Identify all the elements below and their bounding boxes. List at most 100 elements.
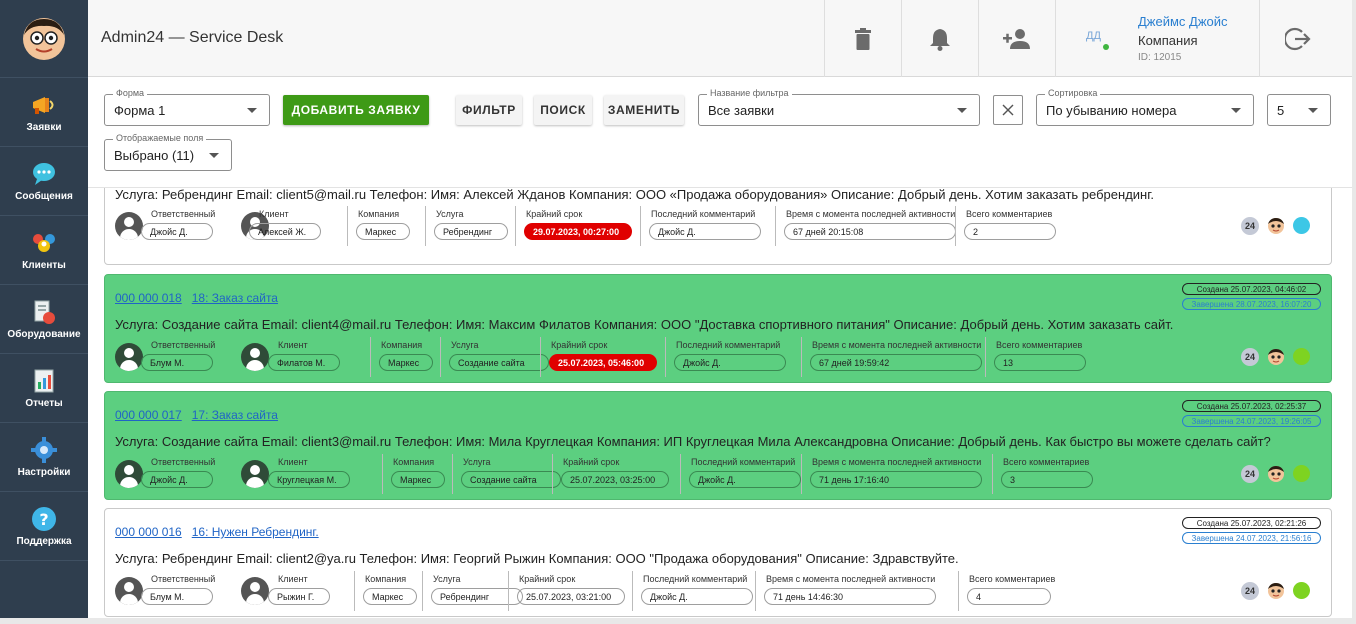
sidebar-item-5[interactable]: Настройки [0, 423, 88, 492]
user-company: Компания [1138, 33, 1198, 48]
meta-label: Компания [393, 457, 435, 467]
search-button[interactable]: ПОИСК [534, 95, 592, 125]
meta-deadline: Крайний срок 29.07.2023, 00:27:00 [515, 206, 632, 246]
assignee-face-icon [1267, 348, 1285, 366]
filter-name-select[interactable]: Название фильтра Все заявки [698, 88, 980, 126]
sidebar-item-2[interactable]: Клиенты [0, 216, 88, 285]
sidebar-item-6[interactable]: ? Поддержка [0, 492, 88, 561]
form-select-label: Форма [113, 88, 148, 98]
meta-label: Клиент [278, 457, 308, 467]
meta-deadline: Крайний срок 25.07.2023, 05:46:00 [540, 337, 657, 377]
ticket-card[interactable]: 000 000 018 18: Заказ сайта Создана 25.07.… [104, 274, 1332, 383]
sidebar-item-0[interactable]: Заявки [0, 78, 88, 147]
meta-total-comments: Всего комментариев 13 [985, 337, 1086, 377]
ticket-number-link[interactable]: 000 000 016 [115, 525, 182, 539]
meta-value: 3 [1001, 471, 1093, 488]
meta-label: Клиент [278, 340, 308, 350]
sidebar-item-label: Настройки [17, 466, 71, 478]
meta-value: Джойс Д. [674, 354, 786, 371]
sidebar-item-1[interactable]: Сообщения [0, 147, 88, 216]
meta-label: Время с момента последней активности [812, 457, 982, 467]
ticket-links: 000 000 017 17: Заказ сайта [115, 408, 288, 422]
assignee-avatar-icon [115, 212, 143, 240]
sort-label: Сортировка [1045, 88, 1101, 98]
meta-value: Джойс Д. [141, 223, 213, 240]
ticket-stamps: Создана 25.07.2023, 02:21:26 Завершена 24… [1182, 517, 1321, 547]
meta-deadline: Крайний срок 25.07.2023, 03:21:00 [508, 571, 625, 611]
ticket-meta-row: Ответственный Джойс Д. Клиент Круглецкая М.… [115, 454, 1235, 494]
user-profile[interactable]: ДД Джеймс Джойс Компания ID: 12015 [1055, 0, 1259, 77]
filter-button[interactable]: ФИЛЬТР [456, 95, 522, 125]
ticket-card[interactable]: 000 000 016 16: Нужен Ребрендинг. Создана … [104, 508, 1332, 617]
visible-fields-select[interactable]: Отображаемые поля Выбрано (11) [104, 133, 232, 171]
chevron-down-icon [209, 153, 219, 158]
bell-icon [930, 28, 950, 51]
per-page-select[interactable]: 5 [1267, 94, 1331, 126]
meta-label: Ответственный [151, 457, 216, 467]
ticket-right-icons: 24 [1241, 347, 1321, 367]
meta-label: Компания [381, 340, 423, 350]
ticket-card[interactable]: 000 000 017 17: Заказ сайта Создана 25.07.… [104, 391, 1332, 500]
filter-name-label: Название фильтра [707, 88, 792, 98]
meta-since-activity: Время с момента последней активности 67 д… [775, 206, 956, 246]
ticket-number-link[interactable]: 000 000 017 [115, 408, 182, 422]
meta-value: 67 дней 20:15:08 [784, 223, 956, 240]
report-icon [30, 368, 58, 394]
logout-button[interactable] [1259, 0, 1336, 77]
meta-value: Филатов М. [268, 354, 340, 371]
badge-24-icon: 24 [1241, 217, 1259, 235]
trash-button[interactable] [824, 0, 901, 77]
meta-label: Услуга [463, 457, 491, 467]
ticket-description: Услуга: Создание сайта Email: client3@ma… [115, 434, 1271, 449]
ticket-card[interactable]: Услуга: Ребрендинг Email: client5@mail.r… [104, 188, 1332, 265]
form-select[interactable]: Форма Форма 1 [104, 88, 270, 126]
meta-label: Услуга [436, 209, 464, 219]
avatar-body [120, 360, 138, 371]
ticket-meta-row: Ответственный Джойс Д. Клиент Алексей Ж. Ком… [115, 206, 1235, 246]
ticket-list: Услуга: Ребрендинг Email: client5@mail.r… [88, 188, 1356, 624]
per-page-value: 5 [1277, 103, 1285, 118]
meta-company: Компания Маркес [382, 454, 445, 494]
user-name[interactable]: Джеймс Джойс [1138, 14, 1228, 29]
badge-24-icon: 24 [1241, 582, 1259, 600]
ticket-right-icons: 24 [1241, 581, 1321, 601]
meta-service: Услуга Создание сайта [452, 454, 561, 494]
clear-filter-button[interactable] [993, 95, 1023, 125]
meta-label: Всего комментариев [969, 574, 1056, 584]
toolbar: Форма Форма 1 ДОБАВИТЬ ЗАЯВКУ ФИЛЬТР ПОИ… [88, 77, 1356, 188]
add-request-button[interactable]: ДОБАВИТЬ ЗАЯВКУ [283, 95, 429, 125]
sort-select[interactable]: Сортировка По убыванию номера [1036, 88, 1254, 126]
sidebar-item-4[interactable]: Отчеты [0, 354, 88, 423]
sidebar-item-3[interactable]: Оборудование [0, 285, 88, 354]
ticket-title-link[interactable]: 16: Нужен Ребрендинг. [192, 525, 319, 539]
online-indicator [1103, 44, 1109, 50]
add-user-button[interactable] [978, 0, 1055, 77]
replace-button[interactable]: ЗАМЕНИТЬ [604, 95, 684, 125]
meta-label: Крайний срок [519, 574, 576, 584]
finished-stamp: Завершена 24.07.2023, 19:26:05 [1182, 415, 1321, 427]
meta-label: Ответственный [151, 209, 216, 219]
ticket-stamps: Создана 25.07.2023, 02:25:37 Завершена 24… [1182, 400, 1321, 430]
badge-24-icon: 24 [1241, 348, 1259, 366]
meta-value: Джойс Д. [689, 471, 801, 488]
notifications-button[interactable] [901, 0, 978, 77]
equipment-icon [30, 299, 58, 325]
logo[interactable] [0, 0, 88, 78]
meta-label: Время с момента последней активности [812, 340, 982, 350]
meta-value: 67 дней 19:59:42 [810, 354, 982, 371]
meta-company: Компания Маркес [347, 206, 410, 246]
assignee-face-icon [1267, 582, 1285, 600]
ticket-title-link[interactable]: 17: Заказ сайта [192, 408, 278, 422]
finished-stamp: Завершена 28.07.2023, 16:07:20 [1182, 298, 1321, 310]
logout-icon [1285, 27, 1311, 50]
meta-label: Последний комментарий [643, 574, 748, 584]
ticket-number-link[interactable]: 000 000 018 [115, 291, 182, 305]
help-icon: ? [30, 506, 58, 532]
add-user-icon [1003, 28, 1030, 49]
meta-value: 29.07.2023, 00:27:00 [524, 223, 632, 240]
avatar-body [246, 477, 264, 488]
meta-last-comment: Последний комментарий Джойс Д. [640, 206, 761, 246]
ticket-title-link[interactable]: 18: Заказ сайта [192, 291, 278, 305]
assignee-avatar-icon [115, 343, 143, 371]
created-stamp: Создана 25.07.2023, 04:46:02 [1182, 283, 1321, 295]
